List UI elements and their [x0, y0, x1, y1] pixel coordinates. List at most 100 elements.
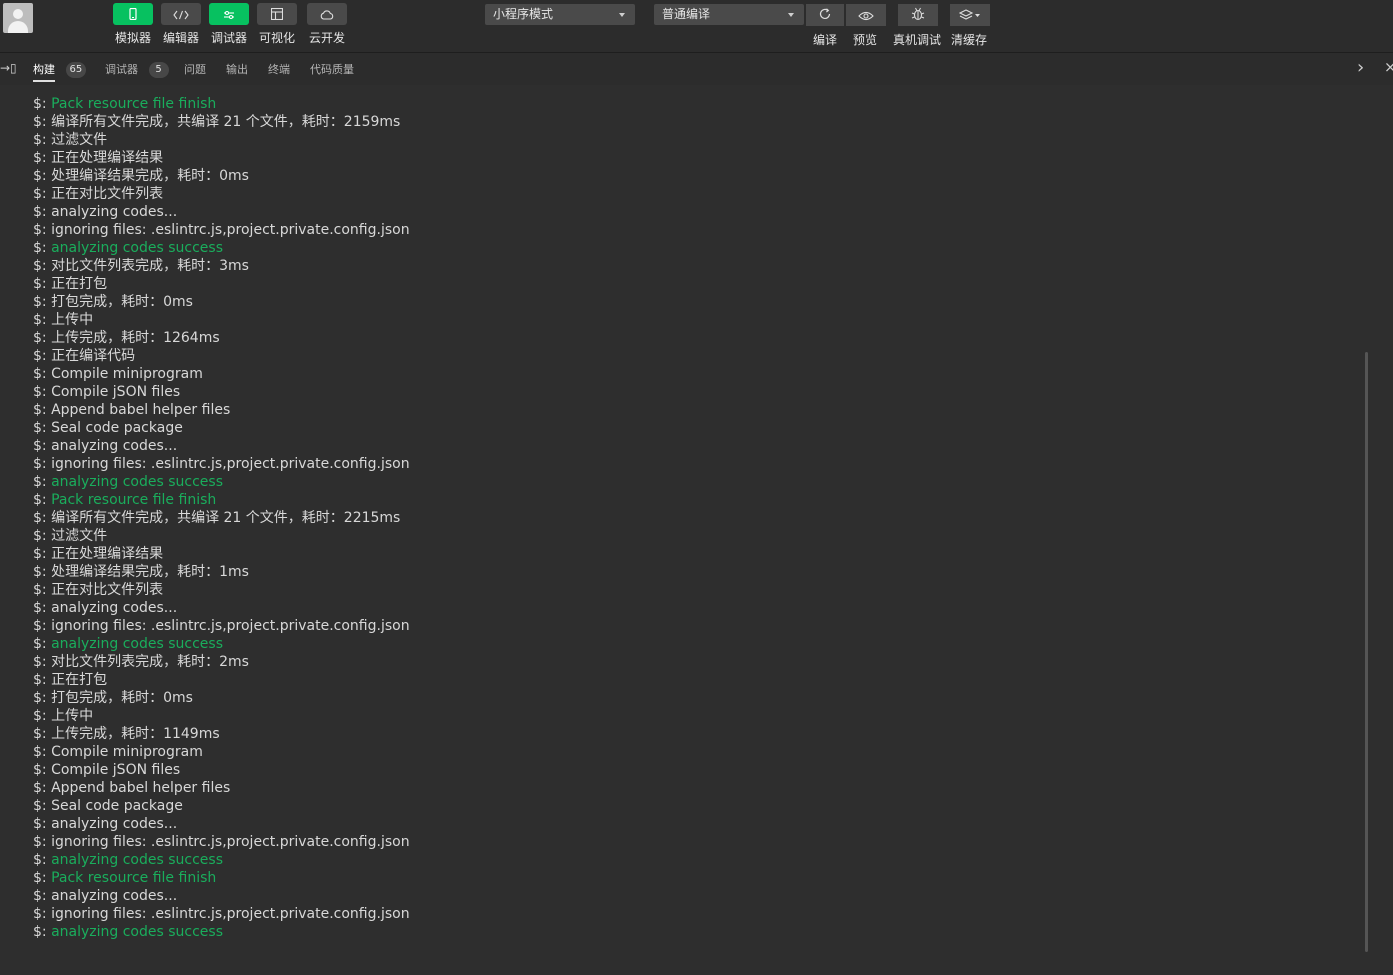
active-tab-indicator: [33, 80, 55, 82]
console-prompt: $:: [33, 330, 47, 346]
console-message: 处理编译结果完成，耗时：1ms: [51, 564, 249, 580]
console-message: analyzing codes...: [51, 438, 178, 454]
compile-button[interactable]: [806, 4, 844, 26]
console-message: 上传完成，耗时：1264ms: [51, 330, 220, 346]
console-line: $: 上传中: [33, 311, 410, 329]
mode-select-value: 小程序模式: [493, 7, 554, 21]
console-line: $: 正在打包: [33, 671, 410, 689]
compile-select-value: 普通编译: [662, 7, 711, 21]
build-console[interactable]: $: Pack resource file finish $: 编译所有文件完成，…: [0, 86, 1393, 975]
console-line: $: Seal code package: [33, 419, 410, 437]
console-line: $: analyzing codes...: [33, 599, 410, 617]
console-line: $: ignoring files: .eslintrc.js,project.…: [33, 221, 410, 239]
console-message: analyzing codes...: [51, 888, 178, 904]
simulator-button[interactable]: [113, 3, 153, 25]
console-prompt: $:: [33, 204, 47, 220]
console-line: $: Compile miniprogram: [33, 743, 410, 761]
tab-code-quality[interactable]: 代码质量: [310, 61, 354, 77]
avatar[interactable]: [3, 3, 33, 33]
console-scrollbar[interactable]: [1365, 352, 1368, 952]
debugger-tool[interactable]: 调试器: [205, 3, 253, 46]
console-prompt: $:: [33, 780, 47, 796]
console-line: $: analyzing codes success: [33, 239, 410, 257]
console-line: $: 上传完成，耗时：1149ms: [33, 725, 410, 743]
console-message: ignoring files: .eslintrc.js,project.pri…: [51, 222, 410, 238]
console-line: $: analyzing codes...: [33, 437, 410, 455]
console-line: $: 过滤文件: [33, 131, 410, 149]
preview-button[interactable]: [846, 4, 886, 26]
editor-button[interactable]: [161, 3, 201, 25]
console-message: 正在对比文件列表: [51, 582, 164, 598]
console-line: $: analyzing codes...: [33, 203, 410, 221]
console-line: $: 对比文件列表完成，耗时：3ms: [33, 257, 410, 275]
compile-mode-select[interactable]: 普通编译: [654, 4, 804, 25]
preview-label: 预览: [853, 33, 878, 47]
compile-label: 编译: [813, 33, 838, 47]
console-prompt: $:: [33, 240, 47, 256]
remote-debug-button[interactable]: [898, 4, 938, 26]
debugger-label: 调试器: [210, 31, 247, 45]
expand-panel-icon[interactable]: →▯: [0, 61, 17, 75]
console-line: $: Append babel helper files: [33, 401, 410, 419]
cloud-button[interactable]: [307, 3, 347, 25]
console-prompt: $:: [33, 600, 47, 616]
console-message: 正在处理编译结果: [51, 150, 164, 166]
code-icon: [173, 5, 189, 24]
console-prompt: $:: [33, 636, 47, 652]
console-message: Append babel helper files: [51, 780, 231, 796]
mode-select[interactable]: 小程序模式: [485, 4, 635, 25]
tab-output[interactable]: 输出: [226, 61, 248, 77]
console-prompt: $:: [33, 348, 47, 364]
console-prompt: $:: [33, 870, 47, 886]
console-prompt: $:: [33, 420, 47, 436]
tab-build[interactable]: 构建 65: [33, 61, 87, 82]
console-line: $: 打包完成，耗时：0ms: [33, 293, 410, 311]
console-line: $: 编译所有文件完成，共编译 21 个文件，耗时：2215ms: [33, 509, 410, 527]
console-message: analyzing codes...: [51, 816, 178, 832]
console-prompt: $:: [33, 564, 47, 580]
console-prompt: $:: [33, 798, 47, 814]
console-line: $: 上传完成，耗时：1264ms: [33, 329, 410, 347]
console-prompt: $:: [33, 222, 47, 238]
console-message: 对比文件列表完成，耗时：2ms: [51, 654, 249, 670]
debugger-button[interactable]: [209, 3, 249, 25]
console-message: ignoring files: .eslintrc.js,project.pri…: [51, 834, 410, 850]
console-message: 打包完成，耗时：0ms: [51, 690, 193, 706]
tab-debugger[interactable]: 调试器 5: [105, 61, 169, 78]
cloud-tool[interactable]: 云开发: [303, 3, 351, 46]
tab-terminal[interactable]: 终端: [268, 61, 290, 77]
remote-debug-label: 真机调试: [893, 33, 942, 47]
console-message: Seal code package: [51, 798, 183, 814]
next-tab-icon[interactable]: ›: [1357, 57, 1364, 78]
console-line: $: analyzing codes success: [33, 473, 410, 491]
console-prompt: $:: [33, 708, 47, 724]
console-message: 上传完成，耗时：1149ms: [51, 726, 220, 742]
console-message: 打包完成，耗时：0ms: [51, 294, 193, 310]
console-line: $: 打包完成，耗时：0ms: [33, 689, 410, 707]
console-message: 过滤文件: [51, 528, 108, 544]
console-message: 正在打包: [51, 276, 108, 292]
editor-tool[interactable]: 编辑器: [157, 3, 205, 46]
console-prompt: $:: [33, 726, 47, 742]
console-line: $: ignoring files: .eslintrc.js,project.…: [33, 455, 410, 473]
close-panel-icon[interactable]: ×: [1384, 58, 1393, 76]
console-prompt: $:: [33, 276, 47, 292]
console-prompt: $:: [33, 618, 47, 634]
console-line: $: Compile jSON files: [33, 761, 410, 779]
console-prompt: $:: [33, 924, 47, 940]
console-message: Seal code package: [51, 420, 183, 436]
console-message: 编译所有文件完成，共编译 21 个文件，耗时：2215ms: [51, 510, 401, 526]
simulator-tool[interactable]: 模拟器: [109, 3, 157, 46]
visual-tool[interactable]: 可视化: [253, 3, 301, 46]
console-prompt: $:: [33, 744, 47, 760]
clear-cache-button[interactable]: [950, 4, 990, 26]
console-prompt: $:: [33, 312, 47, 328]
tab-problems[interactable]: 问题: [184, 61, 206, 77]
visual-button[interactable]: [257, 3, 297, 25]
chevron-down-icon: [788, 13, 794, 17]
console-message: 过滤文件: [51, 132, 108, 148]
visual-label: 可视化: [258, 31, 295, 45]
console-prompt: $:: [33, 474, 47, 490]
console-success-message: analyzing codes success: [51, 474, 224, 490]
console-line: $: ignoring files: .eslintrc.js,project.…: [33, 905, 410, 923]
